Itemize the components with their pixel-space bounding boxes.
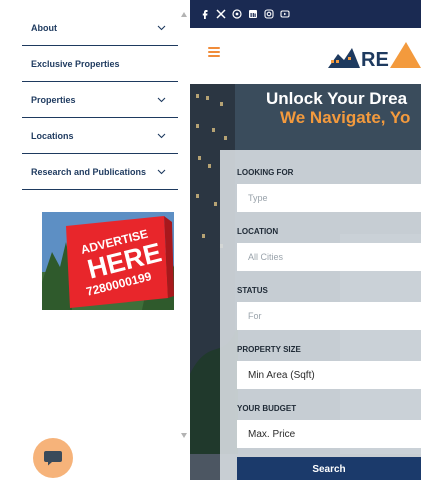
status-label: STATUS	[237, 286, 268, 295]
status-placeholder: For	[248, 311, 262, 321]
nav-item-label: Research and Publications	[31, 166, 147, 177]
instagram-icon[interactable]	[264, 9, 274, 19]
hamburger-icon[interactable]	[208, 47, 220, 57]
location-label: LOCATION	[237, 227, 279, 236]
linkedin-icon[interactable]	[248, 9, 258, 19]
nav-item-label: Properties	[31, 94, 76, 105]
youtube-icon[interactable]	[280, 9, 290, 19]
nav-item-about[interactable]: About	[22, 10, 178, 46]
scroll-up-icon	[181, 12, 187, 17]
background-page: RE Unlock Your Drea We Navigate, Yo LOOK…	[190, 0, 421, 480]
side-drawer: About Exclusive Properties Properties Lo…	[0, 0, 187, 480]
chevron-down-icon	[157, 133, 166, 138]
x-icon[interactable]	[216, 9, 226, 19]
nav-item-research-and-publications[interactable]: Research and Publications	[22, 154, 178, 190]
nav-item-exclusive-properties[interactable]: Exclusive Properties	[22, 46, 178, 82]
looking-for-label: LOOKING FOR	[237, 168, 294, 177]
property-size-select[interactable]: Min Area (Sqft)	[237, 361, 421, 389]
nav-item-locations[interactable]: Locations	[22, 118, 178, 154]
budget-select[interactable]: Max. Price	[237, 420, 421, 448]
facebook-icon[interactable]	[200, 9, 210, 19]
looking-for-select[interactable]: Type	[237, 184, 421, 212]
chat-icon	[44, 451, 62, 466]
location-placeholder: All Cities	[248, 252, 284, 262]
chevron-down-icon	[157, 25, 166, 30]
advertise-banner-image: ADVERTISE HERE 7280000199	[42, 212, 174, 310]
nav-item-label: Exclusive Properties	[31, 58, 120, 69]
nav-item-label: Locations	[31, 130, 74, 141]
budget-value: Max. Price	[248, 428, 296, 440]
scroll-down-icon	[181, 433, 187, 438]
drawer-scrollbar[interactable]	[180, 10, 188, 440]
chevron-down-icon	[157, 169, 166, 174]
property-size-value: Min Area (Sqft)	[248, 369, 315, 381]
hero-subtitle: We Navigate, Yo	[280, 108, 411, 127]
status-select[interactable]: For	[237, 302, 421, 330]
looking-for-placeholder: Type	[248, 193, 268, 203]
chevron-down-icon	[157, 97, 166, 102]
search-button[interactable]: Search	[237, 457, 421, 480]
nav-item-properties[interactable]: Properties	[22, 82, 178, 118]
site-logo[interactable]: RE	[326, 38, 421, 72]
social-topbar	[190, 0, 421, 28]
advertise-banner[interactable]: ADVERTISE HERE 7280000199	[42, 212, 174, 310]
logo-text: RE	[361, 49, 389, 71]
location-select[interactable]: All Cities	[237, 243, 421, 271]
nav-item-label: About	[31, 22, 57, 33]
whatsapp-icon[interactable]	[232, 9, 242, 19]
chat-button[interactable]	[33, 438, 73, 478]
budget-label: YOUR BUDGET	[237, 404, 297, 413]
hero-title: Unlock Your Drea	[266, 89, 408, 108]
property-size-label: PROPERTY SIZE	[237, 345, 301, 354]
